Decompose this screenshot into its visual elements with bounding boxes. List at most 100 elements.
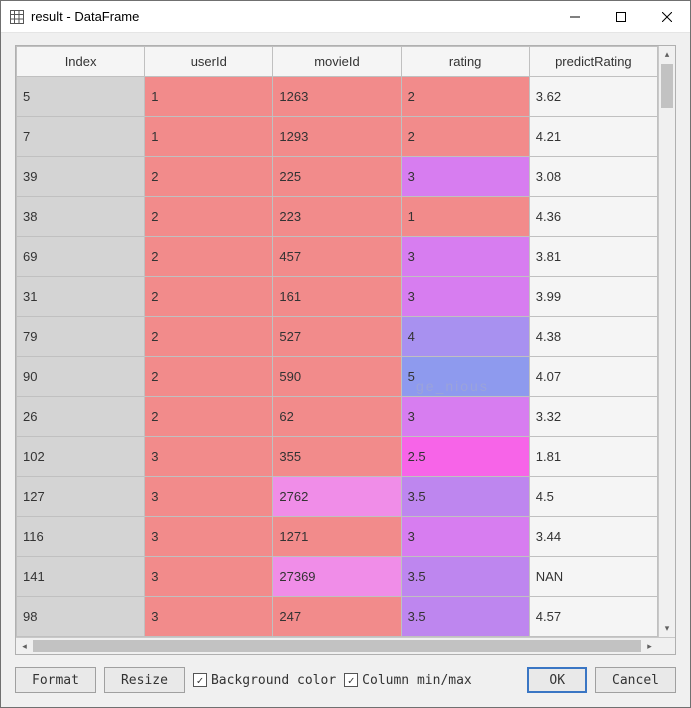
vertical-scroll-thumb[interactable] [661, 64, 673, 108]
table-cell[interactable]: 3 [145, 597, 273, 637]
dataframe-grid[interactable]: IndexuserIdmovieIdratingpredictRating 51… [16, 46, 658, 637]
table-cell[interactable]: 225 [273, 157, 401, 197]
table-row[interactable]: 9832473.54.57 [17, 597, 658, 637]
table-cell[interactable]: 3 [145, 557, 273, 597]
table-cell[interactable]: 2 [145, 157, 273, 197]
table-cell[interactable]: 3 [401, 517, 529, 557]
table-cell[interactable]: 2 [145, 317, 273, 357]
cancel-button[interactable]: Cancel [595, 667, 676, 693]
table-cell[interactable]: 102 [17, 437, 145, 477]
table-cell[interactable]: 98 [17, 597, 145, 637]
table-cell[interactable]: 3 [145, 517, 273, 557]
maximize-button[interactable] [598, 1, 644, 32]
table-row[interactable]: 71129324.21 [17, 117, 658, 157]
table-cell[interactable]: 457 [273, 237, 401, 277]
column-header[interactable]: movieId [273, 47, 401, 77]
close-button[interactable] [644, 1, 690, 32]
table-cell[interactable]: 2 [401, 117, 529, 157]
horizontal-scroll-thumb[interactable] [33, 640, 641, 652]
table-cell[interactable]: 1 [145, 117, 273, 157]
column-header[interactable]: predictRating [529, 47, 657, 77]
table-cell[interactable]: 3 [145, 437, 273, 477]
table-cell[interactable]: 127 [17, 477, 145, 517]
minimize-button[interactable] [552, 1, 598, 32]
table-cell[interactable]: 4.07 [529, 357, 657, 397]
table-cell[interactable]: 62 [273, 397, 401, 437]
horizontal-scrollbar[interactable]: ◂ ▸ [16, 637, 675, 654]
column-header[interactable]: Index [17, 47, 145, 77]
table-cell[interactable]: 4.5 [529, 477, 657, 517]
table-row[interactable]: 10233552.51.81 [17, 437, 658, 477]
table-cell[interactable]: 1293 [273, 117, 401, 157]
table-row[interactable]: 127327623.54.5 [17, 477, 658, 517]
table-cell[interactable]: 4.21 [529, 117, 657, 157]
table-cell[interactable]: 2 [145, 357, 273, 397]
table-cell[interactable]: 1263 [273, 77, 401, 117]
table-cell[interactable]: 38 [17, 197, 145, 237]
background-color-checkbox[interactable]: ✓ Background color [193, 673, 336, 688]
table-cell[interactable]: 7 [17, 117, 145, 157]
table-cell[interactable]: 4.57 [529, 597, 657, 637]
table-row[interactable]: 90259054.07 [17, 357, 658, 397]
table-cell[interactable]: 3 [145, 477, 273, 517]
table-cell[interactable]: 2 [401, 77, 529, 117]
table-cell[interactable]: 4.38 [529, 317, 657, 357]
table-cell[interactable]: 3.5 [401, 557, 529, 597]
table-cell[interactable]: 69 [17, 237, 145, 277]
table-cell[interactable]: 3 [401, 237, 529, 277]
table-cell[interactable]: 116 [17, 517, 145, 557]
column-header[interactable]: rating [401, 47, 529, 77]
table-row[interactable]: 51126323.62 [17, 77, 658, 117]
table-cell[interactable]: 39 [17, 157, 145, 197]
table-cell[interactable]: 31 [17, 277, 145, 317]
scroll-up-icon[interactable]: ▴ [659, 46, 675, 63]
column-header[interactable]: userId [145, 47, 273, 77]
table-cell[interactable]: 3 [401, 157, 529, 197]
table-cell[interactable]: 2.5 [401, 437, 529, 477]
scroll-left-icon[interactable]: ◂ [16, 638, 33, 654]
table-cell[interactable]: 223 [273, 197, 401, 237]
table-cell[interactable]: 355 [273, 437, 401, 477]
table-cell[interactable]: 590 [273, 357, 401, 397]
table-cell[interactable]: 90 [17, 357, 145, 397]
table-cell[interactable]: 1 [401, 197, 529, 237]
table-row[interactable]: 1413273693.5NAN [17, 557, 658, 597]
table-cell[interactable]: 3.44 [529, 517, 657, 557]
table-cell[interactable]: 2 [145, 237, 273, 277]
table-cell[interactable]: 1.81 [529, 437, 657, 477]
table-cell[interactable]: 141 [17, 557, 145, 597]
table-row[interactable]: 31216133.99 [17, 277, 658, 317]
table-cell[interactable]: 2 [145, 197, 273, 237]
table-cell[interactable]: 2762 [273, 477, 401, 517]
vertical-scrollbar[interactable]: ▴ ▾ [658, 46, 675, 637]
table-row[interactable]: 38222314.36 [17, 197, 658, 237]
table-row[interactable]: 69245733.81 [17, 237, 658, 277]
format-button[interactable]: Format [15, 667, 96, 693]
column-minmax-checkbox[interactable]: ✓ Column min/max [344, 673, 472, 688]
table-row[interactable]: 2626233.32 [17, 397, 658, 437]
table-cell[interactable]: 4.36 [529, 197, 657, 237]
table-cell[interactable]: 5 [401, 357, 529, 397]
table-cell[interactable]: 4 [401, 317, 529, 357]
table-cell[interactable]: 3.62 [529, 77, 657, 117]
ok-button[interactable]: OK [527, 667, 587, 693]
table-cell[interactable]: 527 [273, 317, 401, 357]
scroll-right-icon[interactable]: ▸ [641, 638, 658, 654]
table-cell[interactable]: 3.32 [529, 397, 657, 437]
table-cell[interactable]: 247 [273, 597, 401, 637]
table-cell[interactable]: 2 [145, 397, 273, 437]
table-row[interactable]: 79252744.38 [17, 317, 658, 357]
table-row[interactable]: 39222533.08 [17, 157, 658, 197]
table-cell[interactable]: 2 [145, 277, 273, 317]
table-cell[interactable]: 26 [17, 397, 145, 437]
table-cell[interactable]: 3 [401, 397, 529, 437]
table-cell[interactable]: 3.81 [529, 237, 657, 277]
table-cell[interactable]: NAN [529, 557, 657, 597]
table-cell[interactable]: 1 [145, 77, 273, 117]
scroll-down-icon[interactable]: ▾ [659, 620, 675, 637]
table-cell[interactable]: 1271 [273, 517, 401, 557]
table-row[interactable]: 1163127133.44 [17, 517, 658, 557]
table-cell[interactable]: 5 [17, 77, 145, 117]
table-cell[interactable]: 3.08 [529, 157, 657, 197]
table-cell[interactable]: 27369 [273, 557, 401, 597]
